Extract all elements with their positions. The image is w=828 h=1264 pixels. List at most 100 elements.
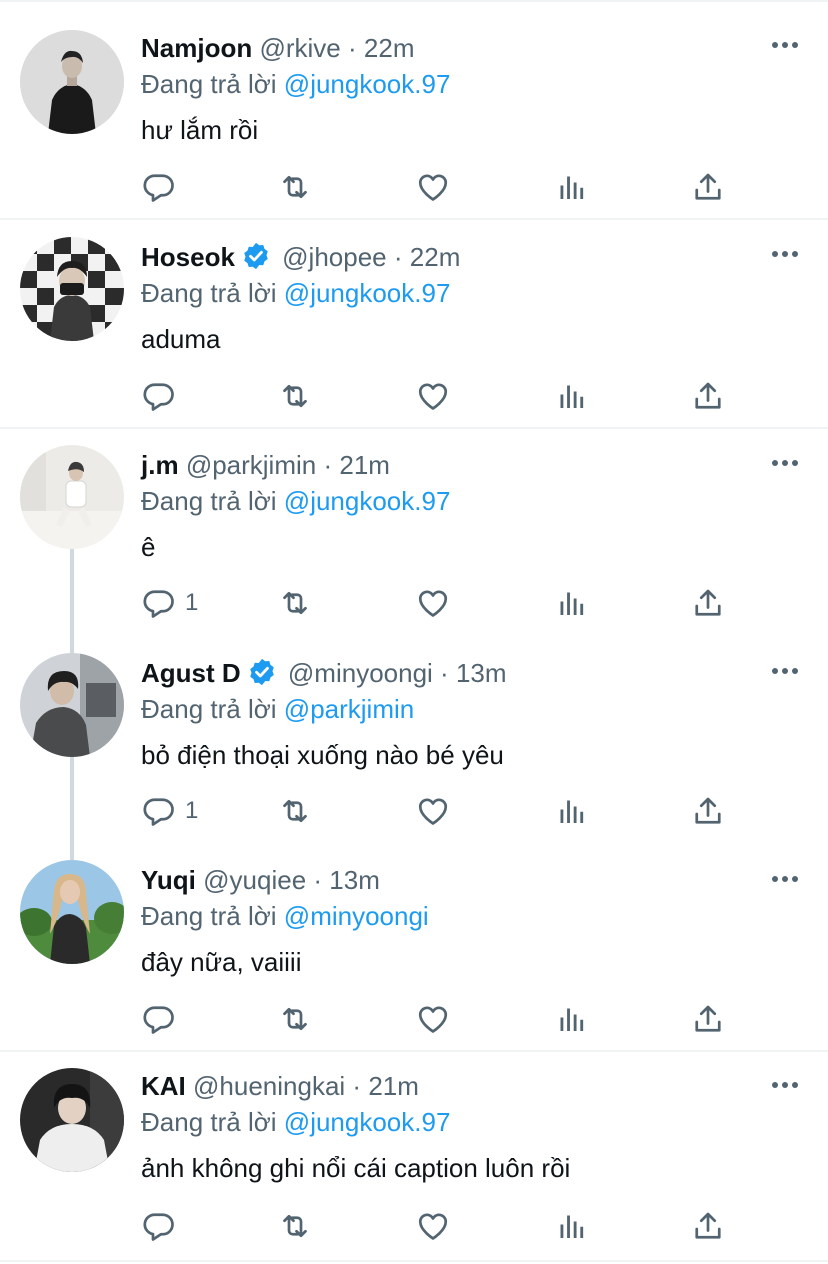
views-button[interactable] [553,583,589,623]
separator-dot: · [323,450,333,480]
more-icon[interactable] [770,247,800,261]
tweet-actions [141,167,741,207]
reply-button[interactable] [141,999,185,1039]
more-icon[interactable] [770,872,800,886]
avatar[interactable] [20,237,124,341]
display-name[interactable]: Agust D [141,658,241,688]
views-button[interactable] [553,999,589,1039]
timestamp[interactable]: 21m [368,1071,419,1101]
reply-button[interactable] [141,167,185,207]
more-icon[interactable] [770,1078,800,1092]
user-handle[interactable]: @hueningkai [193,1071,345,1101]
tweet-actions: 1 [141,791,741,831]
reply-button[interactable] [141,376,185,416]
retweet-button[interactable] [277,791,313,831]
user-handle[interactable]: @minyoongi [288,658,433,688]
avatar[interactable] [20,860,124,964]
timestamp[interactable]: 13m [456,658,507,688]
like-icon [415,585,451,621]
replying-to: Đang trả lời @jungkook.97 [141,66,798,102]
reply-prefix: Đang trả lời [141,901,277,931]
tweet-jm[interactable]: j.m @parkjimin · 21m Đang trả lời @jungk… [0,429,828,637]
tweet-text: aduma [141,324,221,354]
like-button[interactable] [415,1206,451,1246]
display-name[interactable]: Yuqi [141,865,196,895]
tweet-text: ê [141,532,156,562]
like-button[interactable] [415,999,451,1039]
views-button[interactable] [553,167,589,207]
display-name[interactable]: Hoseok [141,242,235,272]
views-button[interactable] [553,791,589,831]
retweet-icon [277,585,313,621]
share-button[interactable] [690,376,726,416]
timestamp[interactable]: 22m [364,33,415,63]
reply-mention[interactable]: @jungkook.97 [284,1107,451,1137]
retweet-button[interactable] [277,167,313,207]
share-button[interactable] [690,791,726,831]
like-button[interactable] [415,583,451,623]
avatar[interactable] [20,1068,124,1172]
reply-button[interactable]: 1 [141,791,198,831]
replying-to: Đang trả lời @jungkook.97 [141,1104,798,1140]
avatar[interactable] [20,30,124,134]
display-name[interactable]: Namjoon [141,33,252,63]
avatar[interactable] [20,445,124,549]
reply-icon [141,1001,177,1037]
reply-count: 1 [185,797,199,824]
reply-prefix: Đang trả lời [141,486,277,516]
tweet-actions [141,376,741,416]
user-handle[interactable]: @yuqiee [203,865,306,895]
replying-to: Đang trả lời @jungkook.97 [141,275,798,311]
more-icon[interactable] [770,664,800,678]
share-button[interactable] [690,999,726,1039]
tweet-agustd[interactable]: Agust D @minyoongi · 13m Đang trả lời @p… [0,637,828,846]
like-button[interactable] [415,791,451,831]
reply-mention[interactable]: @minyoongi [284,901,429,931]
reply-count: 1 [185,589,199,616]
display-name[interactable]: j.m [141,450,179,480]
separator-dot: · [440,658,449,688]
display-name[interactable]: KAI [141,1071,186,1101]
reply-mention[interactable]: @jungkook.97 [284,486,451,516]
like-button[interactable] [415,376,451,416]
retweet-button[interactable] [277,376,313,416]
share-button[interactable] [690,1206,726,1246]
timestamp[interactable]: 22m [410,242,461,272]
reply-mention[interactable]: @jungkook.97 [284,278,451,308]
reply-button[interactable]: 1 [141,583,198,623]
timestamp[interactable]: 21m [339,450,390,480]
share-icon [690,793,726,829]
tweet-kai[interactable]: KAI @hueningkai · 21m Đang trả lời @jung… [0,1052,828,1262]
timestamp[interactable]: 13m [329,865,380,895]
reply-button[interactable] [141,1206,185,1246]
reply-prefix: Đang trả lời [141,1107,277,1137]
share-button[interactable] [690,167,726,207]
views-button[interactable] [553,376,589,416]
user-handle[interactable]: @jhopee [282,242,386,272]
tweet-yuqi[interactable]: Yuqi @yuqiee · 13m Đang trả lời @minyoon… [0,846,828,1052]
retweet-button[interactable] [277,1206,313,1246]
reply-mention[interactable]: @jungkook.97 [284,69,451,99]
share-button[interactable] [690,583,726,623]
reply-feed: Namjoon @rkive · 22m Đang trả lời @jungk… [0,0,828,1264]
avatar[interactable] [20,653,124,757]
user-handle[interactable]: @parkjimin [186,450,316,480]
retweet-button[interactable] [277,583,313,623]
reply-prefix: Đang trả lời [141,69,277,99]
tweet-hoseok[interactable]: Hoseok @jhopee · 22m Đang trả lời @jungk… [0,220,828,429]
like-icon [415,1208,451,1244]
tweet-text: đây nữa, vaiiii [141,947,302,977]
separator-dot: · [352,1071,362,1101]
share-icon [690,585,726,621]
user-handle[interactable]: @rkive [259,33,340,63]
more-icon[interactable] [770,456,800,470]
retweet-button[interactable] [277,999,313,1039]
tweet-actions [141,999,741,1039]
views-button[interactable] [553,1206,589,1246]
more-icon[interactable] [770,38,800,52]
views-icon [553,378,589,414]
like-button[interactable] [415,167,451,207]
reply-mention[interactable]: @parkjimin [284,694,414,724]
tweet-namjoon[interactable]: Namjoon @rkive · 22m Đang trả lời @jungk… [0,2,828,220]
reply-prefix: Đang trả lời [141,278,277,308]
